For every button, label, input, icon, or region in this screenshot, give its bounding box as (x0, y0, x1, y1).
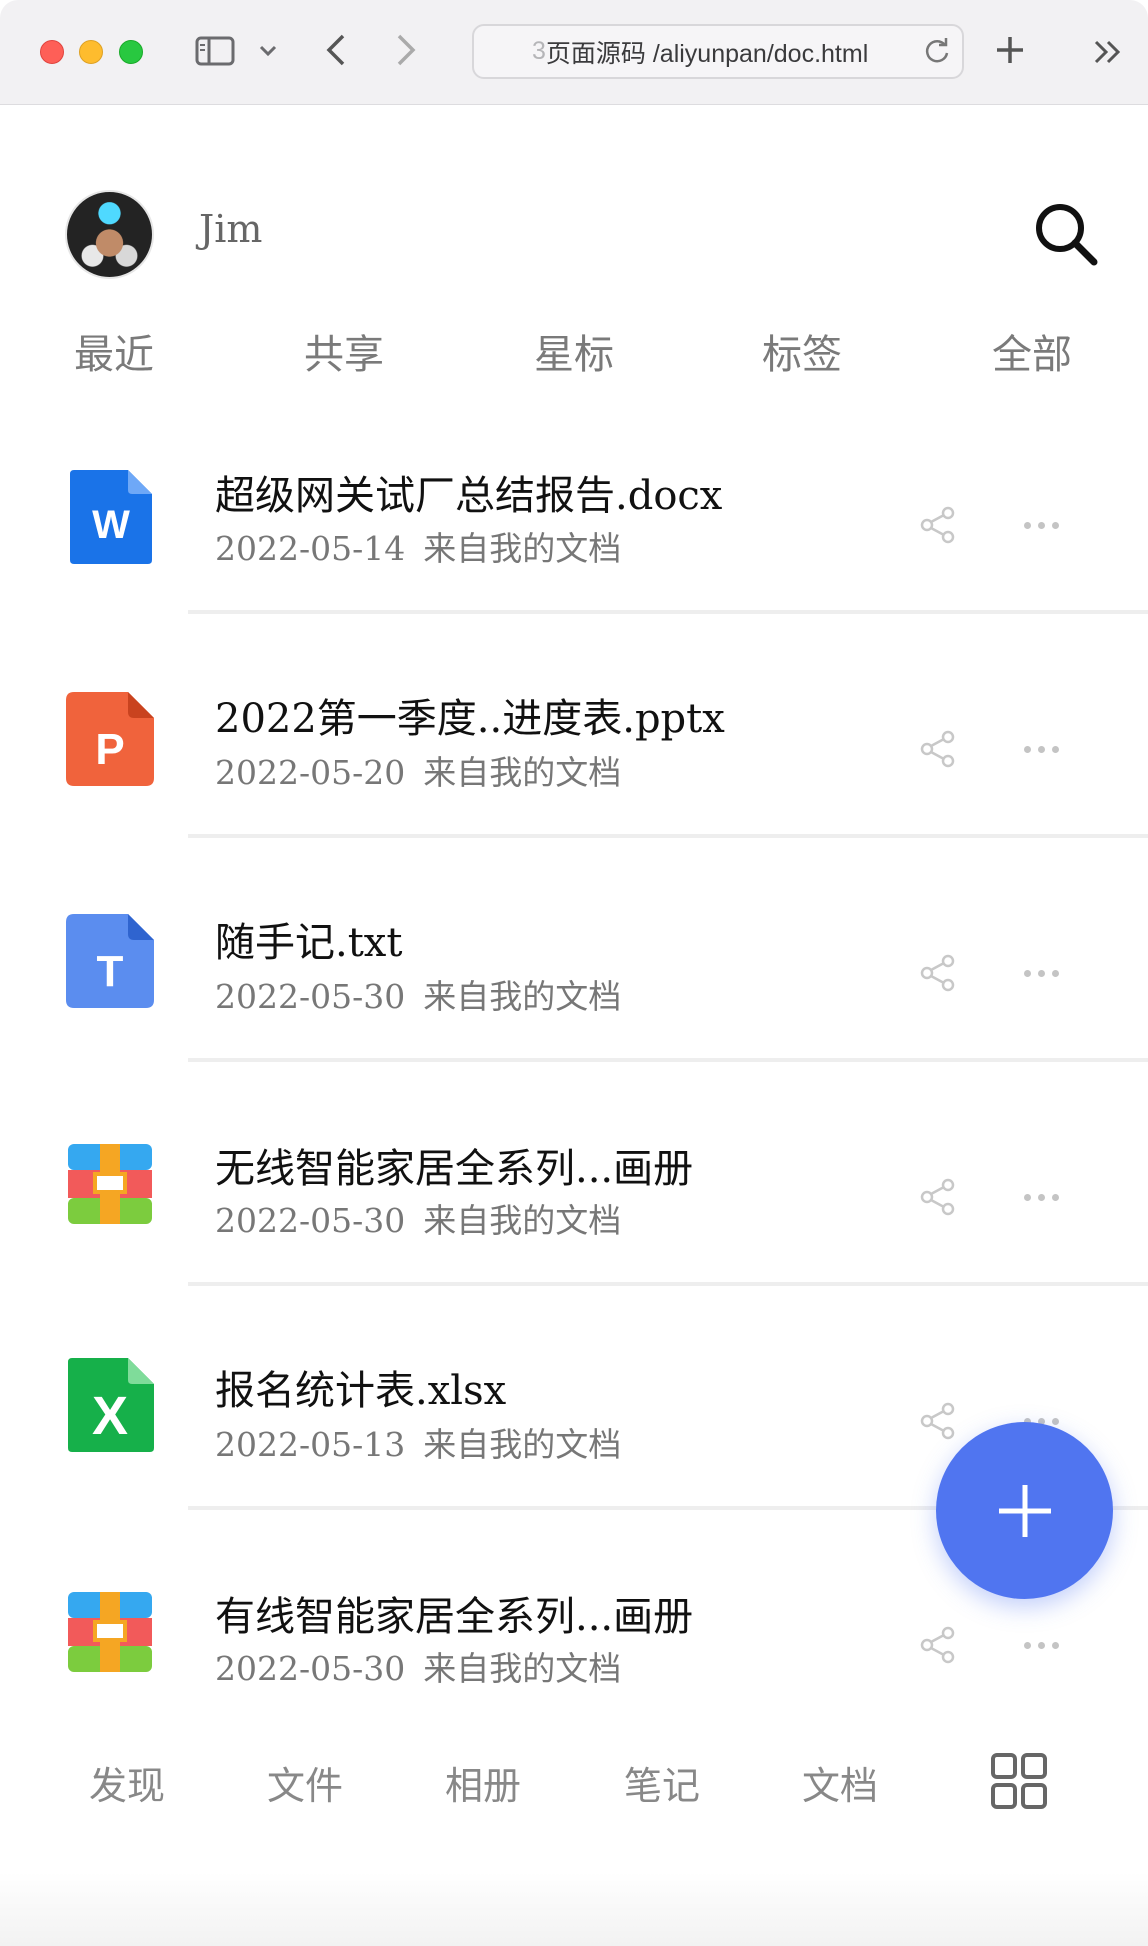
list-item[interactable]: T 随手记.txt 2022-05-30 来自我的文档 (0, 878, 1148, 1102)
share-icon[interactable] (918, 953, 958, 993)
file-name: 超级网关试厂总结报告.docx (215, 473, 723, 519)
list-item[interactable]: 无线智能家居全系列...画册 2022-05-30 来自我的文档 (0, 1102, 1148, 1326)
file-name: 报名统计表.xlsx (215, 1368, 507, 1414)
divider (188, 610, 1148, 614)
word-file-icon: W (62, 464, 158, 570)
tab-shared[interactable]: 共享 (264, 322, 424, 380)
share-icon[interactable] (918, 505, 958, 545)
file-date: 2022-05-30 (215, 977, 406, 1016)
browser-toolbar: 3 页面源码 /aliyunpan/doc.html (0, 0, 1148, 105)
svg-text:X: X (92, 1386, 128, 1446)
tab-tags[interactable]: 标签 (722, 322, 882, 380)
file-date: 2022-05-20 (215, 753, 406, 792)
file-name: 2022第一季度..进度表.pptx (215, 696, 725, 742)
url-text: 页面源码 /aliyunpan/doc.html (545, 39, 869, 68)
file-meta: 2022-05-30 来自我的文档 (215, 1194, 621, 1242)
ppt-file-icon: P (62, 686, 158, 792)
file-name: 随手记.txt (215, 920, 403, 966)
file-name: 有线智能家居全系列...画册 (215, 1594, 694, 1640)
nav-album[interactable]: 相册 (423, 1755, 543, 1810)
nav-notes[interactable]: 笔记 (602, 1755, 722, 1810)
file-source: 来自我的文档 (423, 977, 622, 1016)
file-name: 无线智能家居全系列...画册 (215, 1146, 694, 1192)
tab-recent[interactable]: 最近 (34, 322, 194, 380)
file-date: 2022-05-30 (215, 1649, 406, 1688)
close-window-button[interactable] (40, 40, 64, 64)
sidebar-toggle-icon[interactable] (195, 34, 235, 68)
add-button[interactable] (936, 1422, 1113, 1599)
file-meta: 2022-05-14 来自我的文档 (215, 522, 621, 570)
avatar[interactable] (65, 190, 154, 279)
share-icon[interactable] (918, 1177, 958, 1217)
divider (188, 1058, 1148, 1062)
file-date: 2022-05-14 (215, 529, 406, 568)
reload-icon[interactable] (922, 35, 952, 67)
share-icon[interactable] (918, 729, 958, 769)
back-icon[interactable] (318, 30, 354, 70)
more-options-icon[interactable] (1024, 515, 1072, 535)
file-date: 2022-05-30 (215, 1201, 406, 1240)
zoom-window-button[interactable] (119, 40, 143, 64)
file-source: 来自我的文档 (423, 753, 622, 792)
file-source: 来自我的文档 (423, 1649, 622, 1688)
list-item[interactable]: P 2022第一季度..进度表.pptx 2022-05-20 来自我的文档 (0, 654, 1148, 878)
forward-icon[interactable] (388, 30, 424, 70)
share-icon[interactable] (918, 1625, 958, 1665)
more-options-icon[interactable] (1024, 1635, 1072, 1655)
tab-starred[interactable]: 星标 (494, 322, 654, 380)
file-meta: 2022-05-13 来自我的文档 (215, 1418, 621, 1466)
nav-files[interactable]: 文件 (245, 1755, 365, 1810)
url-prefix: 3 (532, 37, 546, 65)
minimize-window-button[interactable] (79, 40, 103, 64)
plus-icon (998, 1484, 1051, 1537)
file-meta: 2022-05-20 来自我的文档 (215, 746, 621, 794)
address-bar[interactable]: 3 页面源码 /aliyunpan/doc.html (472, 24, 964, 79)
category-tabs: 最近 共享 星标 标签 全部 (0, 322, 1148, 392)
more-options-icon[interactable] (1024, 963, 1072, 983)
divider (188, 1282, 1148, 1286)
tab-all[interactable]: 全部 (952, 322, 1112, 380)
share-icon[interactable] (918, 1401, 958, 1441)
more-options-icon[interactable] (1024, 739, 1072, 759)
divider (188, 834, 1148, 838)
more-options-icon[interactable] (1024, 1187, 1072, 1207)
bottom-nav: 发现 文件 相册 笔记 文档 (0, 1700, 1148, 1946)
search-icon[interactable] (1032, 200, 1100, 268)
archive-file-icon (62, 1586, 158, 1692)
grid-icon[interactable] (990, 1752, 1048, 1810)
file-source: 来自我的文档 (423, 1425, 622, 1464)
file-source: 来自我的文档 (423, 529, 622, 568)
nav-discover[interactable]: 发现 (67, 1755, 187, 1810)
username: Jim (199, 207, 263, 251)
new-tab-icon[interactable] (990, 30, 1030, 70)
file-meta: 2022-05-30 来自我的文档 (215, 1642, 621, 1690)
nav-docs[interactable]: 文档 (780, 1755, 900, 1810)
svg-text:W: W (92, 503, 130, 547)
svg-text:T: T (97, 947, 124, 996)
file-date: 2022-05-13 (215, 1425, 406, 1464)
excel-file-icon: X (62, 1352, 158, 1458)
list-item[interactable]: W 超级网关试厂总结报告.docx 2022-05-14 来自我的文档 (0, 430, 1148, 654)
file-meta: 2022-05-30 来自我的文档 (215, 970, 621, 1018)
file-source: 来自我的文档 (423, 1201, 622, 1240)
text-file-icon: T (62, 908, 158, 1014)
chevron-double-right-icon[interactable] (1088, 32, 1128, 72)
chevron-down-icon[interactable] (255, 38, 281, 64)
archive-file-icon (62, 1138, 158, 1244)
svg-text:P: P (95, 725, 124, 774)
